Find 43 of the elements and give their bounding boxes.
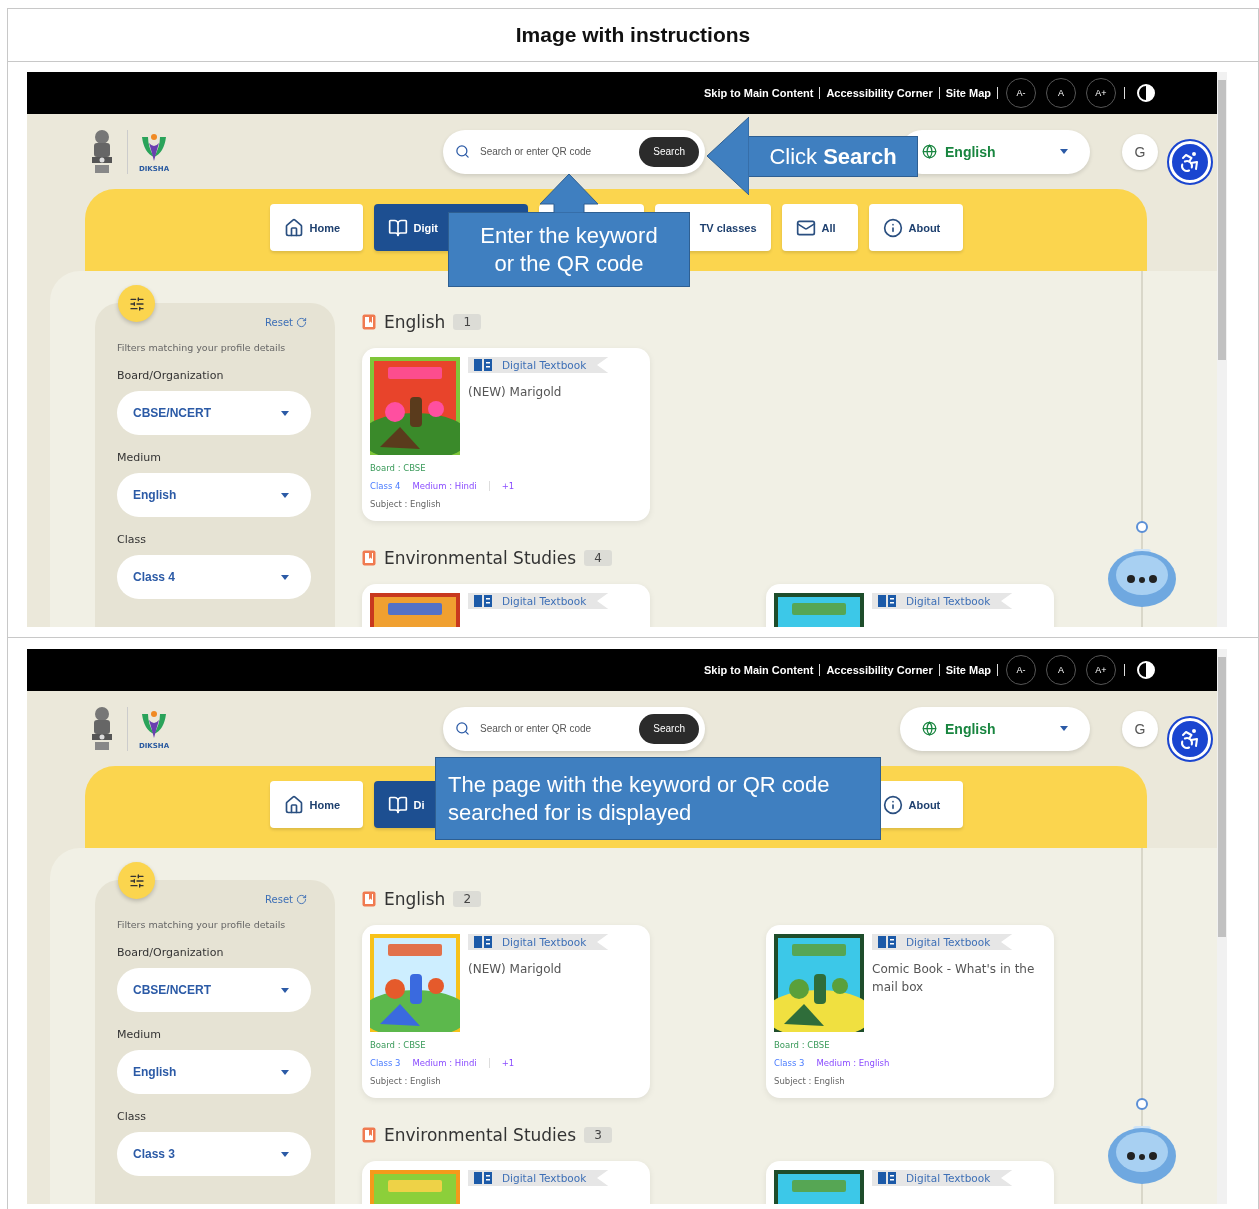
filter-hint: Filters matching your profile details bbox=[117, 919, 287, 930]
callout-tooltip: The page with the keyword or QR code searched for is displayed bbox=[435, 757, 881, 840]
content-type-tag: Digital Textbook bbox=[872, 1170, 1013, 1186]
section-title: English bbox=[384, 889, 446, 909]
medium-text: Medium : Hindi bbox=[412, 481, 477, 491]
board-text: Board : CBSE bbox=[774, 1040, 831, 1050]
more-count: +1 bbox=[501, 481, 515, 491]
medium-text: Medium : English bbox=[816, 1058, 890, 1068]
class-text: Class 3 bbox=[774, 1058, 805, 1068]
board-text: Board : CBSE bbox=[370, 1040, 427, 1050]
subject-text: Subject : English bbox=[774, 1076, 846, 1086]
count-badge: 4 bbox=[584, 550, 612, 566]
card-title: Comic Book - What's in the mail box bbox=[872, 961, 1036, 996]
callout-tooltip: Enter the keyword or the QR code bbox=[448, 212, 690, 287]
board-text: Board : CBSE bbox=[370, 463, 427, 473]
subject-text: Subject : English bbox=[370, 499, 442, 509]
content-type-tag: Digital Textbook bbox=[468, 593, 609, 609]
subject-text: Subject : English bbox=[370, 1076, 442, 1086]
filter-label: Class bbox=[117, 1110, 147, 1123]
content-type-tag: Digital Textbook bbox=[872, 934, 1013, 950]
section-title: Environmental Studies bbox=[384, 548, 577, 568]
filter-hint: Filters matching your profile details bbox=[117, 342, 287, 353]
filter-label: Board/Organization bbox=[117, 369, 225, 382]
content-type-tag: Digital Textbook bbox=[468, 1170, 609, 1186]
table-caption: Image with instructions bbox=[515, 23, 751, 47]
more-count: +1 bbox=[501, 1058, 515, 1068]
count-badge: 1 bbox=[453, 314, 482, 330]
content-type-tag: Digital Textbook bbox=[468, 357, 609, 373]
card-title: (NEW) Marigold bbox=[468, 961, 562, 978]
filter-label: Medium bbox=[117, 451, 162, 464]
section-title: Environmental Studies bbox=[384, 1125, 577, 1145]
filter-label: Class bbox=[117, 533, 147, 546]
section-title: English bbox=[384, 312, 446, 332]
count-badge: 2 bbox=[453, 891, 482, 907]
card-title: (NEW) Marigold bbox=[468, 384, 562, 401]
count-badge: 3 bbox=[584, 1127, 612, 1143]
class-text: Class 3 bbox=[370, 1058, 401, 1068]
class-text: Class 4 bbox=[370, 481, 401, 491]
medium-text: Medium : Hindi bbox=[412, 1058, 477, 1068]
filter-label: Board/Organization bbox=[117, 946, 225, 959]
filter-label: Medium bbox=[117, 1028, 162, 1041]
content-type-tag: Digital Textbook bbox=[468, 934, 609, 950]
content-type-tag: Digital Textbook bbox=[872, 593, 1013, 609]
